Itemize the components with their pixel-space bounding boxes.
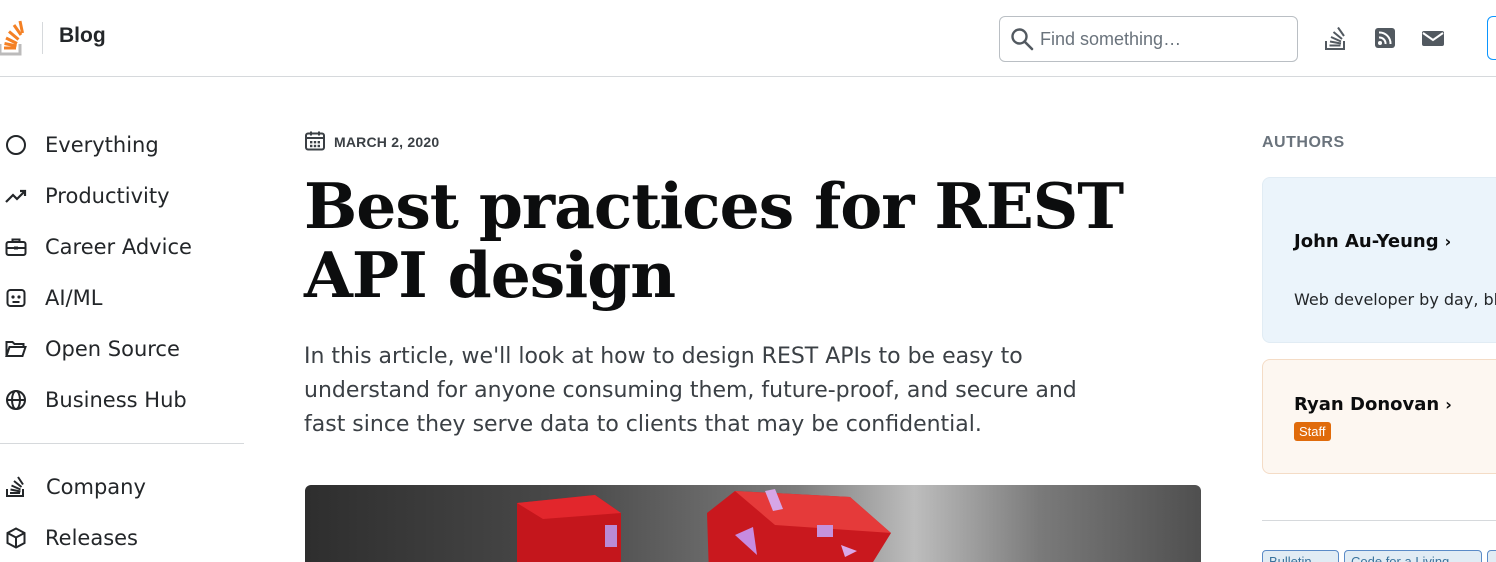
stackoverflow-icon[interactable]	[1322, 24, 1350, 52]
briefcase-icon	[5, 238, 27, 256]
article-date: MARCH 2, 2020	[334, 134, 440, 150]
calendar-icon	[305, 131, 325, 151]
search-input[interactable]	[1040, 26, 1290, 52]
mail-icon[interactable]	[1419, 24, 1447, 52]
rss-icon[interactable]	[1371, 24, 1399, 52]
nav-label: AI/ML	[45, 286, 103, 310]
hero-illustration	[517, 489, 891, 562]
globe-icon	[6, 390, 26, 410]
blog-home-link[interactable]: Blog	[59, 24, 106, 48]
stack-overflow-logo[interactable]	[0, 18, 30, 56]
author-name-link[interactable]: John Au-Yeung ›	[1294, 231, 1451, 252]
top-header: Blog	[0, 0, 1496, 77]
article-title: Best practices for REST API design	[304, 169, 1124, 312]
nav-label: Career Advice	[45, 235, 192, 259]
author-name: John Au-Yeung	[1294, 231, 1439, 252]
author-name: Ryan Donovan	[1294, 394, 1440, 415]
author-card-john-au-yeung[interactable]: John Au-Yeung › Web developer by day, blo	[1262, 177, 1496, 343]
nav-label: Everything	[45, 133, 159, 157]
stackoverflow-icon	[6, 476, 24, 497]
authors-heading: AUTHORS	[1262, 134, 1345, 151]
author-card-ryan-donovan[interactable]: Ryan Donovan › Staff	[1262, 359, 1496, 474]
login-button[interactable]	[1487, 16, 1496, 60]
author-bio: Web developer by day, blo	[1294, 290, 1496, 309]
article-hero-image	[305, 485, 1201, 562]
circle-icon	[6, 135, 26, 155]
chevron-right-icon: ›	[1444, 232, 1452, 251]
nav-label: Productivity	[45, 184, 170, 208]
tag-code-for-a-living[interactable]: Code for a Living	[1344, 550, 1482, 562]
search-icon	[1011, 28, 1034, 51]
robot-icon	[6, 289, 26, 307]
search-box[interactable]	[999, 16, 1298, 62]
nav-label: Releases	[45, 526, 138, 550]
sidebar-divider	[1262, 520, 1496, 521]
cube-icon	[6, 527, 26, 549]
nav-divider	[0, 443, 244, 444]
staff-badge: Staff	[1294, 422, 1331, 441]
nav-label: Business Hub	[45, 388, 187, 412]
tag-more[interactable]	[1487, 550, 1496, 562]
author-name-link[interactable]: Ryan Donovan ›	[1294, 394, 1452, 415]
tag-bulletin[interactable]: Bulletin	[1262, 550, 1339, 562]
nav-label: Company	[46, 475, 146, 499]
trending-up-icon	[5, 189, 27, 203]
chevron-right-icon: ›	[1445, 395, 1452, 414]
article-lede: In this article, we'll look at how to de…	[304, 344, 1077, 437]
folder-open-icon	[5, 341, 27, 357]
nav-label: Open Source	[45, 337, 180, 361]
logo-divider	[42, 22, 43, 54]
